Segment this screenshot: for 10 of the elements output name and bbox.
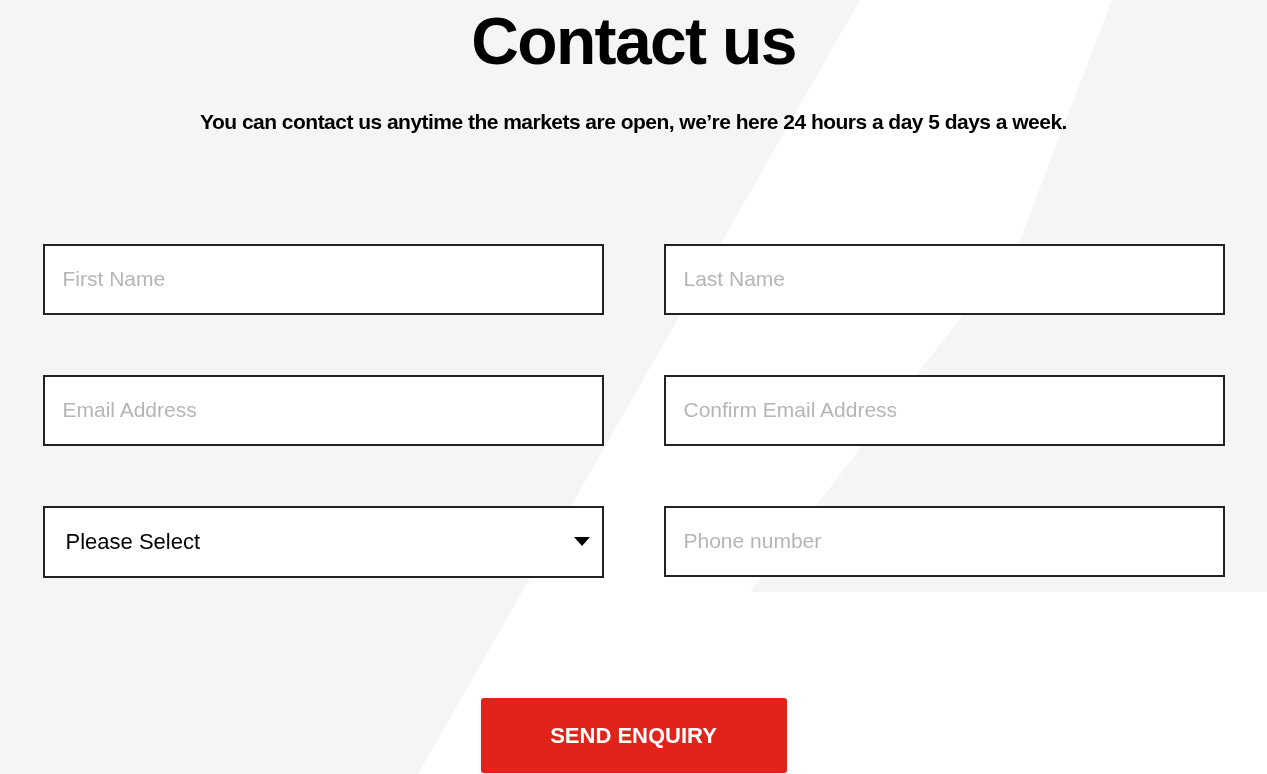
- page-title: Contact us: [471, 8, 796, 74]
- input-field[interactable]: First Name: [42, 243, 604, 315]
- input-field[interactable]: Email Address: [42, 374, 604, 446]
- send-enquiry-button[interactable]: SEND ENQUIRY: [480, 697, 787, 773]
- input-field[interactable]: Confirm Email Address: [663, 374, 1225, 446]
- subtitle: You can contact us anytime the markets are open, we’re here 24 hours a day 5 days a week.: [200, 109, 1067, 135]
- caret-icon: [573, 537, 590, 546]
- input-field[interactable]: Last Name: [663, 243, 1225, 315]
- input-field[interactable]: Phone number: [663, 505, 1225, 577]
- select-dropdown[interactable]: Please Select: [42, 505, 604, 578]
